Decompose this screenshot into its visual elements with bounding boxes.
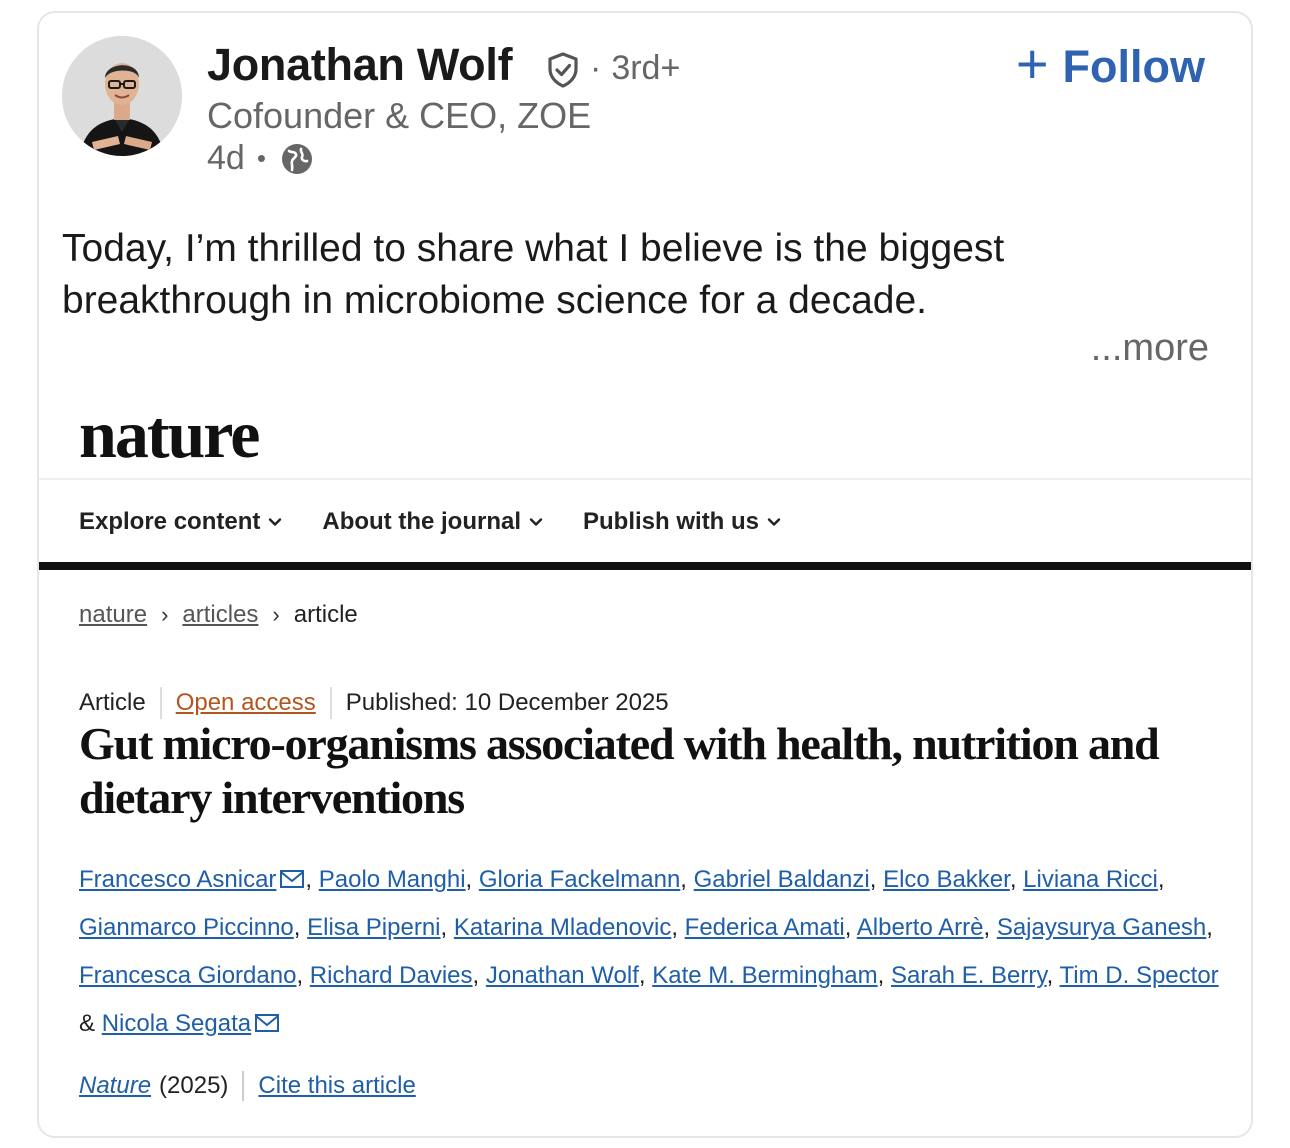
nav-about-journal[interactable]: About the journal [322, 508, 543, 536]
author-link[interactable]: Elisa Piperni [307, 914, 440, 941]
author-link[interactable]: Liviana Ricci [1023, 866, 1158, 893]
author-list: Francesco Asnicar, Paolo Manghi, Gloria … [79, 866, 1219, 1037]
degree-label: 3rd+ [611, 49, 681, 87]
author-link[interactable]: Paolo Manghi [319, 866, 466, 893]
post-card: Jonathan Wolf · 3rd+ Cofounder & CEO, ZOE… [37, 11, 1253, 1138]
chevron-right-icon: › [272, 602, 280, 627]
nav-label: About the journal [322, 508, 522, 535]
connection-degree: · 3rd+ [590, 49, 681, 87]
nature-nav: Explore content About the journal Publis… [79, 508, 821, 536]
citation-year: (2025) [159, 1072, 229, 1099]
follow-button[interactable]: + Follow [1015, 32, 1205, 95]
cite-article-link[interactable]: Cite this article [258, 1072, 415, 1100]
breadcrumb: nature › articles › article [79, 601, 358, 629]
journal-link[interactable]: Nature [79, 1072, 151, 1100]
divider [329, 687, 332, 719]
globe-icon [281, 143, 312, 174]
person-silhouette-icon [62, 36, 182, 156]
author-link[interactable]: Alberto Arrè [857, 914, 984, 941]
chevron-down-icon [529, 518, 543, 526]
verified-shield-icon [548, 52, 578, 88]
published-date: Published: 10 December 2025 [345, 689, 669, 716]
chevron-down-icon [269, 518, 282, 526]
citation: Nature (2025) Cite this article [79, 1071, 416, 1101]
article-title: Gut micro-organisms associated with heal… [79, 718, 1160, 823]
article-type: Article [79, 689, 146, 716]
nav-divider-thick [39, 562, 1251, 570]
author-link[interactable]: Francesca Giordano [79, 962, 296, 989]
open-access-link[interactable]: Open access [176, 689, 316, 717]
avatar[interactable] [62, 36, 182, 156]
plus-icon: + [1015, 32, 1049, 95]
author-link[interactable]: Katarina Mladenovic [454, 914, 671, 941]
author-headline: Cofounder & CEO, ZOE [207, 95, 592, 136]
nature-logo: nature [79, 396, 260, 472]
post-meta: 4d • [207, 139, 314, 178]
mail-icon[interactable] [254, 1013, 280, 1033]
post-time: 4d [207, 139, 245, 177]
breadcrumb-current: article [293, 601, 358, 628]
article-meta: Article Open access Published: 10 Decemb… [79, 687, 669, 719]
nav-publish-with-us[interactable]: Publish with us [583, 508, 781, 536]
divider [159, 687, 162, 719]
author-link[interactable]: Gabriel Baldanzi [694, 866, 870, 893]
author-link[interactable]: Sajaysurya Ganesh [997, 914, 1206, 941]
nav-label: Publish with us [583, 508, 760, 535]
author-link[interactable]: Gloria Fackelmann [479, 866, 680, 893]
author-link[interactable]: Nicola Segata [102, 1010, 251, 1037]
author-name[interactable]: Jonathan Wolf [207, 39, 513, 91]
chevron-right-icon: › [161, 602, 169, 627]
chevron-down-icon [767, 518, 781, 526]
author-link[interactable]: Elco Bakker [883, 866, 1010, 893]
author-link[interactable]: Jonathan Wolf [486, 962, 639, 989]
author-link[interactable]: Kate M. Bermingham [652, 962, 877, 989]
divider [39, 478, 1251, 480]
author-link[interactable]: Francesco Asnicar [79, 866, 276, 893]
nav-label: Explore content [79, 508, 261, 535]
separator-dot: • [256, 143, 266, 173]
author-link[interactable]: Federica Amati [685, 914, 845, 941]
mail-icon[interactable] [279, 869, 305, 889]
author-link[interactable]: Gianmarco Piccinno [79, 914, 294, 941]
see-more-link[interactable]: ...more [1091, 327, 1209, 370]
breadcrumb-nature[interactable]: nature [79, 601, 147, 629]
author-link[interactable]: Richard Davies [310, 962, 473, 989]
breadcrumb-articles[interactable]: articles [182, 601, 258, 629]
follow-label: Follow [1062, 41, 1205, 92]
author-link[interactable]: Tim D. Spector [1060, 962, 1219, 989]
post-text: Today, I’m thrilled to share what I beli… [62, 227, 1005, 322]
nav-explore-content[interactable]: Explore content [79, 508, 282, 536]
author-link[interactable]: Sarah E. Berry [891, 962, 1047, 989]
divider [242, 1071, 245, 1101]
